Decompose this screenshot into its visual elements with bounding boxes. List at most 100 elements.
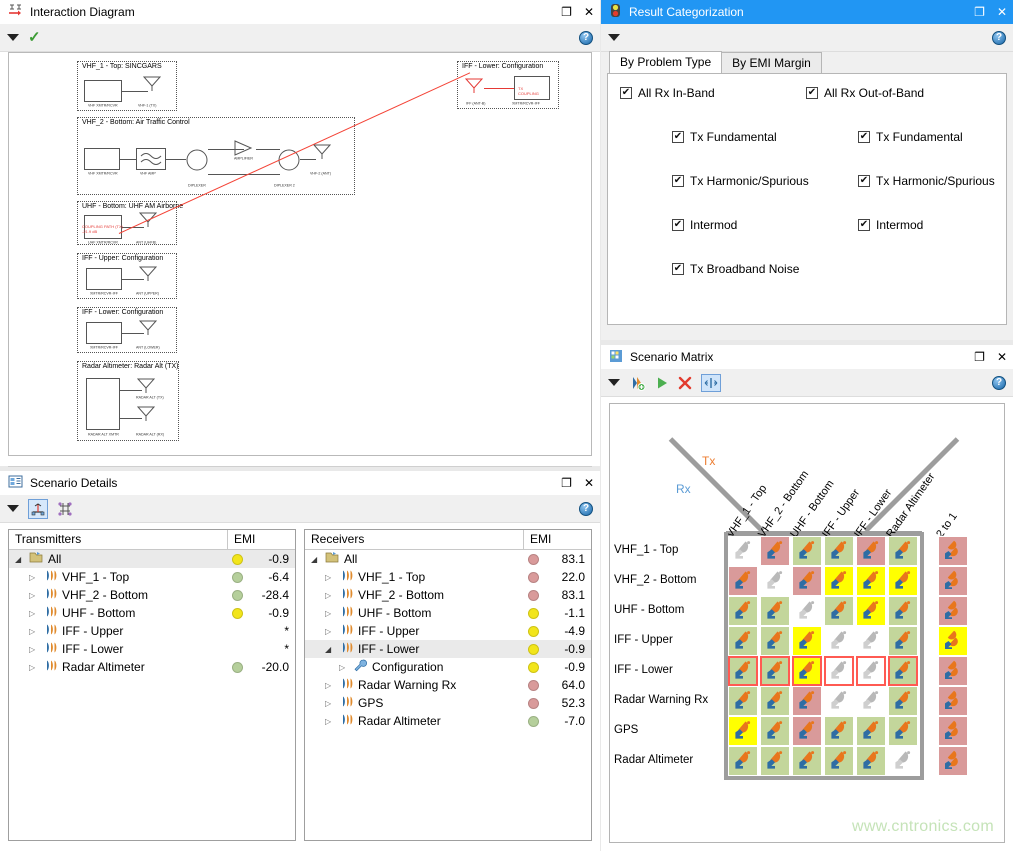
checkbox-icon[interactable]	[806, 87, 818, 99]
tree-row[interactable]: ▷UHF - Bottom-0.9	[9, 604, 295, 622]
checkbox-inband-tx-harmonic-spurious[interactable]: Tx Harmonic/Spurious	[672, 174, 809, 188]
matrix-cell[interactable]	[888, 716, 918, 746]
expander-closed-icon[interactable]: ▷	[29, 645, 39, 654]
tree-row[interactable]: ▷UHF - Bottom-1.1	[305, 604, 591, 622]
checkbox-inband-intermod[interactable]: Intermod	[672, 218, 737, 232]
expander-closed-icon[interactable]: ▷	[325, 681, 335, 690]
tree-row[interactable]: ▷Radar Warning Rx64.0	[305, 676, 591, 694]
diagram-group-iff-lower[interactable]: IFF - Lower: Configuration XMTR/RCVR-IFF…	[77, 307, 177, 353]
add-scenario-icon[interactable]	[629, 375, 646, 391]
matrix-cell[interactable]	[792, 686, 822, 716]
green-check-icon[interactable]: ✓	[28, 30, 41, 45]
chevron-down-icon[interactable]	[608, 34, 620, 41]
matrix-extra-cell[interactable]	[938, 746, 968, 776]
checkbox-icon[interactable]	[672, 219, 684, 231]
matrix-cell[interactable]	[760, 656, 790, 686]
checkbox-inband-tx-fundamental[interactable]: Tx Fundamental	[672, 130, 777, 144]
checkbox-oob-tx-fundamental[interactable]: Tx Fundamental	[858, 130, 963, 144]
matrix-cell[interactable]	[760, 536, 790, 566]
tree-row[interactable]: ▷IFF - Upper*	[9, 622, 295, 640]
matrix-cell[interactable]	[792, 536, 822, 566]
checkbox-icon[interactable]	[858, 175, 870, 187]
matrix-cell[interactable]	[824, 746, 854, 776]
matrix-cell[interactable]	[824, 686, 854, 716]
diagram-group-iff-lower-config[interactable]: IFF - Lower: Configuration IFF (ANT-B) X…	[457, 61, 559, 109]
matrix-cell[interactable]	[760, 686, 790, 716]
expander-closed-icon[interactable]: ▷	[325, 609, 335, 618]
matrix-cell[interactable]	[888, 656, 918, 686]
matrix-cell[interactable]	[792, 746, 822, 776]
matrix-extra-cell[interactable]	[938, 566, 968, 596]
matrix-cell[interactable]	[888, 596, 918, 626]
matrix-cell[interactable]	[856, 536, 886, 566]
diagram-group-vhf1[interactable]: VHF_1 - Top: SINCGARS VHF XMTR/RCVR VHF-…	[77, 61, 177, 111]
matrix-cell[interactable]	[888, 536, 918, 566]
matrix-cell[interactable]	[856, 686, 886, 716]
matrix-cell[interactable]	[856, 656, 886, 686]
tab-by-problem-type[interactable]: By Problem Type	[609, 51, 722, 73]
matrix-cell[interactable]	[792, 716, 822, 746]
checkbox-all-rx-in-band[interactable]: All Rx In-Band	[620, 86, 715, 100]
matrix-cell[interactable]	[824, 596, 854, 626]
restore-button[interactable]: ❐	[561, 477, 572, 489]
matrix-cell[interactable]	[824, 626, 854, 656]
expander-closed-icon[interactable]: ▷	[325, 717, 335, 726]
matrix-nodes-icon[interactable]	[57, 501, 73, 517]
close-button[interactable]: ✕	[997, 351, 1007, 363]
diagram-canvas[interactable]: VHF_1 - Top: SINCGARS VHF XMTR/RCVR VHF-…	[8, 52, 592, 456]
matrix-cell[interactable]	[824, 536, 854, 566]
matrix-cell[interactable]	[856, 596, 886, 626]
checkbox-icon[interactable]	[672, 131, 684, 143]
expander-open-icon[interactable]: ◢	[15, 555, 25, 564]
matrix-cell[interactable]	[728, 716, 758, 746]
matrix-cell[interactable]	[888, 626, 918, 656]
close-button[interactable]: ✕	[584, 477, 594, 489]
matrix-cell[interactable]	[760, 716, 790, 746]
matrix-cell[interactable]	[856, 746, 886, 776]
matrix-extra-cell[interactable]	[938, 596, 968, 626]
matrix-cell[interactable]	[728, 746, 758, 776]
antenna-tree-icon[interactable]	[28, 499, 48, 519]
chevron-down-icon[interactable]	[7, 505, 19, 512]
matrix-cell[interactable]	[760, 626, 790, 656]
expander-closed-icon[interactable]: ▷	[29, 627, 39, 636]
expander-closed-icon[interactable]: ▷	[29, 663, 39, 672]
restore-button[interactable]: ❐	[974, 351, 985, 363]
checkbox-oob-tx-harmonic-spurious[interactable]: Tx Harmonic/Spurious	[858, 174, 995, 188]
expander-closed-icon[interactable]: ▷	[29, 591, 39, 600]
tree-row[interactable]: ▷Configuration-0.9	[305, 658, 591, 676]
transmitters-tree[interactable]: Transmitters EMI ◢All-0.9▷VHF_1 - Top-6.…	[8, 529, 296, 841]
tree-row[interactable]: ▷GPS52.3	[305, 694, 591, 712]
expander-closed-icon[interactable]: ▷	[325, 591, 335, 600]
matrix-cell[interactable]	[888, 686, 918, 716]
tree-row[interactable]: ▷VHF_2 - Bottom-28.4	[9, 586, 295, 604]
matrix-cell[interactable]	[728, 596, 758, 626]
matrix-cell[interactable]	[728, 536, 758, 566]
tree-row[interactable]: ▷Radar Altimeter-20.0	[9, 658, 295, 676]
close-button[interactable]: ✕	[584, 6, 594, 18]
matrix-cell[interactable]	[792, 626, 822, 656]
diagram-group-uhf[interactable]: UHF - Bottom: UHF AM Airborne UHF XMTR/R…	[77, 201, 177, 245]
matrix-extra-cell[interactable]	[938, 686, 968, 716]
matrix-cell[interactable]	[728, 566, 758, 596]
checkbox-inband-tx-broadband-noise[interactable]: Tx Broadband Noise	[672, 262, 799, 276]
tab-by-emi-margin[interactable]: By EMI Margin	[721, 52, 822, 73]
matrix-cell[interactable]	[824, 656, 854, 686]
help-icon[interactable]: ?	[992, 376, 1006, 390]
restore-button[interactable]: ❐	[561, 6, 572, 18]
expander-closed-icon[interactable]: ▷	[29, 573, 39, 582]
help-icon[interactable]: ?	[579, 502, 593, 516]
matrix-cell[interactable]	[760, 596, 790, 626]
help-icon[interactable]: ?	[579, 31, 593, 45]
matrix-extra-cell[interactable]	[938, 656, 968, 686]
checkbox-icon[interactable]	[620, 87, 632, 99]
tree-row[interactable]: ▷IFF - Upper-4.9	[305, 622, 591, 640]
receivers-tree[interactable]: Receivers EMI ◢All83.1▷VHF_1 - Top22.0▷V…	[304, 529, 592, 841]
run-icon[interactable]	[655, 376, 669, 390]
matrix-cell[interactable]	[856, 626, 886, 656]
tree-row[interactable]: ◢All-0.9	[9, 550, 295, 568]
matrix-cell[interactable]	[728, 686, 758, 716]
matrix-cell[interactable]	[728, 656, 758, 686]
receivers-rows[interactable]: ◢All83.1▷VHF_1 - Top22.0▷VHF_2 - Bottom8…	[305, 550, 591, 840]
matrix-cell[interactable]	[792, 596, 822, 626]
